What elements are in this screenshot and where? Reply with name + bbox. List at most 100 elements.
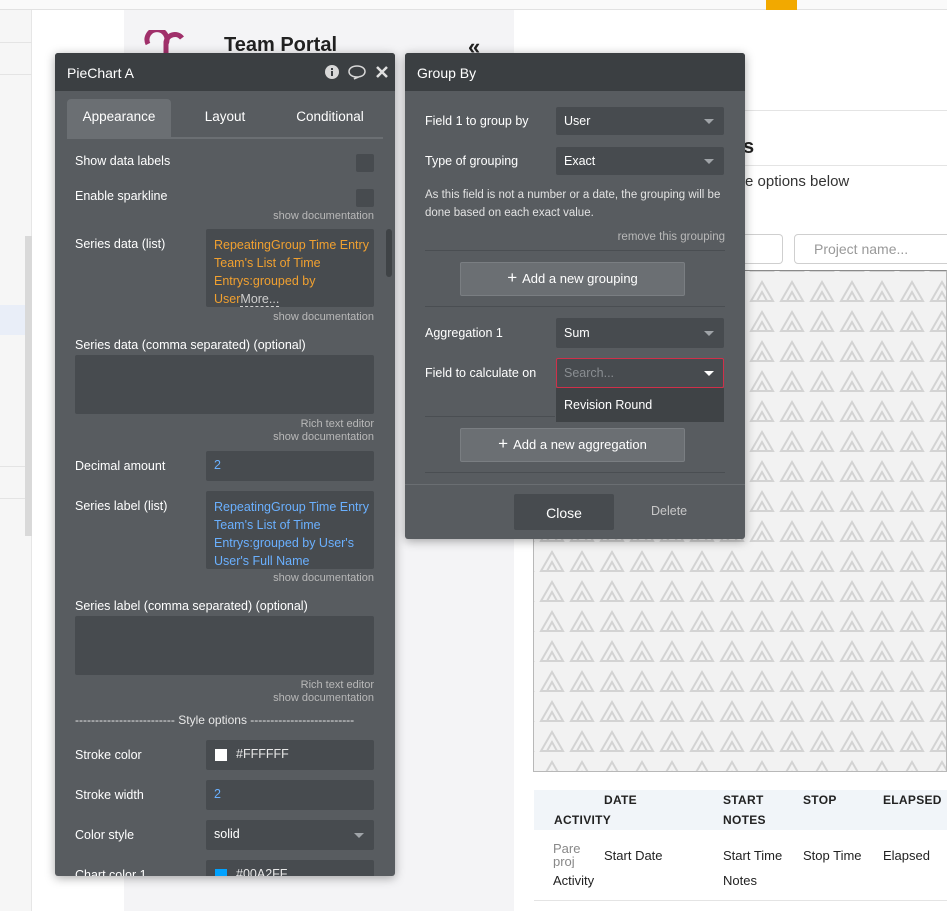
expression-line: Team's List of Time: [214, 256, 321, 270]
add-new-grouping-label: Add a new grouping: [522, 271, 638, 286]
chevron-down-icon[interactable]: [704, 371, 714, 376]
series-label-list-label: Series label (list): [75, 499, 168, 513]
field-to-calculate-search[interactable]: Search...: [556, 358, 724, 388]
field-1-dropdown[interactable]: User: [556, 107, 724, 135]
series-label-list-expression[interactable]: RepeatingGroup Time Entry Team's List of…: [206, 491, 374, 569]
rich-text-editor-link[interactable]: Rich text editor: [205, 679, 374, 691]
show-data-labels-checkbox[interactable]: [356, 154, 374, 172]
decimal-amount-input[interactable]: 2: [206, 451, 374, 481]
editor-top-bar: [0, 0, 947, 10]
column-header-notes: NOTES: [723, 813, 766, 827]
style-options-divider: ------------------------- Style options …: [75, 713, 355, 727]
cell-start-time: Start Time: [723, 848, 783, 863]
field-1-value: User: [564, 114, 591, 128]
type-of-grouping-dropdown[interactable]: Exact: [556, 147, 724, 175]
panel-title: Group By: [417, 65, 477, 81]
add-new-aggregation-label: Add a new aggregation: [513, 437, 647, 452]
series-data-list-expression[interactable]: RepeatingGroup Time Entry Team's List of…: [206, 229, 374, 307]
top-bar-accent-button[interactable]: [766, 0, 797, 10]
chart-color-1-value: #00A2FF: [236, 867, 288, 876]
expression-line: Team's List of Time: [214, 518, 321, 532]
close-button[interactable]: Close: [514, 494, 614, 530]
decimal-amount-label: Decimal amount: [75, 459, 166, 473]
column-header-stop: STOP: [803, 793, 837, 807]
chart-color-1-label: Chart color 1: [75, 868, 147, 876]
delete-button[interactable]: Delete: [651, 504, 687, 518]
panel-header: PieChart A: [55, 53, 395, 91]
chart-color-1-picker[interactable]: #00A2FF: [206, 860, 374, 876]
enable-sparkline-checkbox[interactable]: [356, 189, 374, 207]
sidebar-divider: [0, 42, 32, 43]
table-row-divider: [534, 900, 947, 901]
aggregation-1-label: Aggregation 1: [425, 326, 503, 340]
chevron-down-icon: [354, 833, 364, 838]
remove-grouping-link[interactable]: remove this grouping: [555, 231, 725, 243]
series-data-list-label: Series data (list): [75, 237, 166, 251]
divider: [425, 416, 555, 417]
table-header: DATE START STOP ELAPSED ACTIVITY NOTES: [534, 790, 947, 830]
show-documentation-link[interactable]: show documentation: [205, 431, 374, 443]
tab-bar: Appearance Layout Conditional: [55, 91, 395, 137]
tab-layout[interactable]: Layout: [175, 99, 275, 137]
section-subtitle: e options below: [745, 173, 850, 190]
series-label-csv-textarea[interactable]: [75, 616, 374, 675]
chart-color-1-swatch: [215, 869, 227, 876]
series-data-csv-textarea[interactable]: [75, 355, 374, 414]
tab-appearance[interactable]: Appearance: [67, 99, 171, 137]
info-icon[interactable]: [325, 65, 339, 79]
panel-title: PieChart A: [67, 65, 134, 81]
grouping-note: As this field is not a number or a date,…: [425, 189, 721, 219]
tab-conditional[interactable]: Conditional: [280, 99, 380, 137]
chevron-down-icon: [704, 159, 714, 164]
type-of-grouping-value: Exact: [564, 154, 596, 168]
sidebar-divider: [0, 74, 32, 75]
rich-text-editor-link[interactable]: Rich text editor: [205, 418, 374, 430]
add-new-grouping-button[interactable]: + Add a new grouping: [460, 262, 685, 296]
color-style-dropdown[interactable]: solid: [206, 820, 374, 850]
dropdown-option-revision-round[interactable]: Revision Round: [556, 388, 724, 422]
series-data-csv-label: Series data (comma separated) (optional): [75, 338, 306, 352]
aggregation-1-value: Sum: [564, 326, 590, 340]
cell-start-date: Start Date: [604, 848, 663, 863]
column-header-elapsed: ELAPSED: [883, 793, 942, 807]
aggregation-1-dropdown[interactable]: Sum: [556, 318, 724, 348]
piechart-property-panel: PieChart A Appearance Layout Conditional…: [55, 53, 395, 876]
expression-line: RepeatingGroup Time Entry: [214, 238, 369, 252]
type-of-grouping-label: Type of grouping: [425, 154, 519, 168]
cell-activity: Activity: [553, 873, 595, 888]
field-to-calculate-label: Field to calculate on: [425, 366, 537, 380]
sidebar-scrollbar[interactable]: [25, 236, 32, 536]
color-style-value: solid: [214, 827, 240, 841]
add-new-aggregation-button[interactable]: + Add a new aggregation: [460, 428, 685, 462]
cell-elapsed: Elapsed: [883, 848, 930, 863]
column-header-activity: ACTIVITY: [554, 813, 612, 827]
stroke-color-value: #FFFFFF: [236, 747, 289, 761]
plus-icon: +: [498, 434, 509, 453]
project-name-input[interactable]: Project name...: [794, 234, 947, 264]
panel-header: Group By: [405, 53, 745, 91]
stroke-color-label: Stroke color: [75, 748, 142, 762]
stroke-color-picker[interactable]: #FFFFFF: [206, 740, 374, 770]
show-documentation-link[interactable]: show documentation: [205, 692, 374, 704]
plus-icon: +: [507, 268, 518, 287]
comment-icon[interactable]: [348, 65, 366, 80]
more-link[interactable]: More...: [240, 292, 280, 307]
panel-scrollbar[interactable]: [386, 229, 392, 277]
show-documentation-link[interactable]: show documentation: [205, 572, 374, 584]
stroke-width-input[interactable]: 2: [206, 780, 374, 810]
tab-underline: [67, 137, 383, 139]
stroke-width-label: Stroke width: [75, 788, 144, 802]
field-1-label: Field 1 to group by: [425, 114, 529, 128]
chevron-down-icon: [704, 119, 714, 124]
column-header-date: DATE: [604, 793, 637, 807]
divider: [425, 250, 725, 251]
show-documentation-link[interactable]: show documentation: [205, 210, 374, 222]
divider: [425, 472, 725, 473]
stroke-color-swatch: [215, 749, 227, 761]
column-header-start: START: [723, 793, 764, 807]
show-documentation-link[interactable]: show documentation: [205, 311, 374, 323]
close-icon[interactable]: [376, 66, 388, 78]
series-label-csv-label: Series label (comma separated) (optional…: [75, 599, 308, 613]
color-style-label: Color style: [75, 828, 135, 842]
project-image: Pare proj: [553, 842, 581, 868]
